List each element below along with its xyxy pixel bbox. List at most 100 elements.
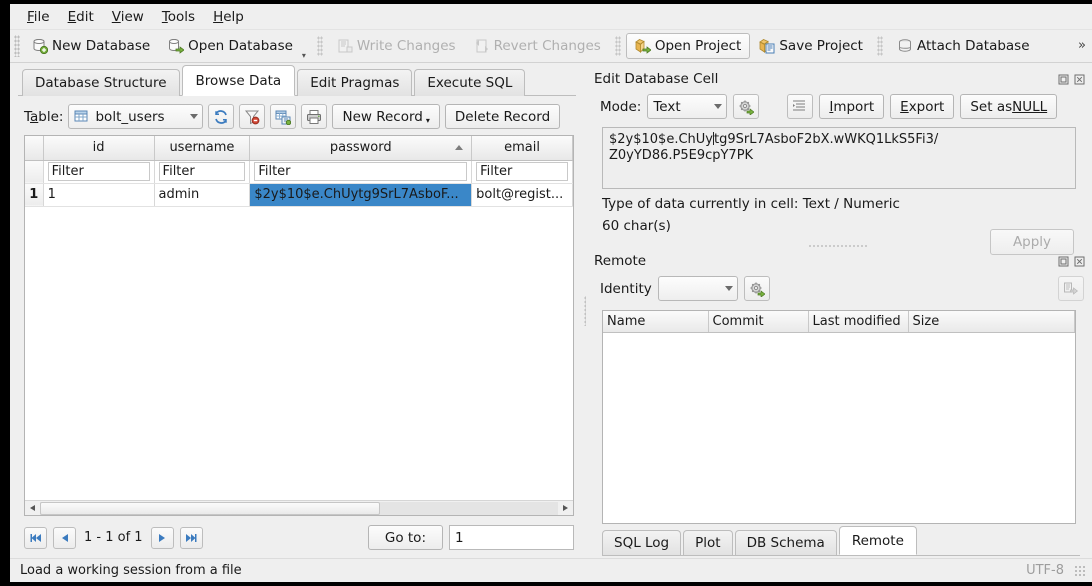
filter-input-id[interactable]: Filter: [47, 162, 150, 181]
tab-edit-pragmas[interactable]: Edit Pragmas: [297, 69, 413, 96]
scroll-right-button[interactable]: [558, 500, 573, 515]
edit-cell-float-button[interactable]: [1057, 73, 1070, 86]
tab-db-schema[interactable]: DB Schema: [734, 530, 837, 555]
scrollbar-track[interactable]: [40, 501, 558, 515]
indent-text-icon: [792, 99, 808, 115]
save-grid-icon: [275, 109, 292, 125]
save-results-button[interactable]: [270, 104, 297, 129]
revert-changes-button[interactable]: Revert Changes: [465, 33, 610, 59]
filter-row-header: [25, 160, 44, 184]
row-number[interactable]: 1: [25, 183, 44, 207]
last-record-button[interactable]: [179, 526, 203, 549]
new-record-button[interactable]: New Record ▾: [332, 104, 440, 129]
tab-remote[interactable]: Remote: [838, 526, 917, 555]
remote-column-commit[interactable]: Commit: [708, 311, 809, 333]
column-header-id[interactable]: id: [43, 136, 155, 161]
previous-record-button[interactable]: [53, 526, 76, 549]
filter-input-password[interactable]: Filter: [254, 162, 468, 181]
remote-title: Remote: [594, 253, 647, 269]
toolbar-grip[interactable]: [14, 35, 20, 57]
column-header-username[interactable]: username: [154, 136, 251, 161]
remote-column-size[interactable]: Size: [908, 311, 1075, 333]
tab-browse-data[interactable]: Browse Data: [181, 65, 296, 96]
window-resize-grip[interactable]: [1074, 564, 1086, 577]
next-record-button[interactable]: [150, 526, 174, 549]
write-changes-icon: [337, 38, 353, 54]
first-record-button[interactable]: [24, 526, 47, 549]
column-header-password[interactable]: password: [249, 136, 473, 161]
new-database-icon: [32, 38, 48, 54]
save-project-button[interactable]: Save Project: [750, 33, 872, 59]
cell-username[interactable]: admin: [154, 183, 251, 207]
encoding-label: UTF-8: [1026, 563, 1064, 578]
menu-help[interactable]: Help: [204, 6, 253, 28]
tab-sql-log[interactable]: SQL Log: [602, 530, 682, 555]
word-wrap-button[interactable]: [787, 94, 814, 119]
cell-content-part2: tg9SrL7AsboF2bX.wWKQ1LkS5Fi3/: [713, 132, 939, 147]
remote-column-name[interactable]: Name: [603, 311, 709, 333]
table-selector-label: Table:: [24, 108, 64, 125]
data-grid-horizontal-scrollbar[interactable]: [25, 500, 573, 515]
filter-input-username[interactable]: Filter: [158, 162, 246, 181]
remote-push-button[interactable]: [1058, 276, 1084, 301]
scroll-left-button[interactable]: [25, 500, 40, 515]
column-header-email[interactable]: email: [471, 136, 573, 161]
remote-file-table: Name Commit Last modified Size: [602, 310, 1076, 524]
export-button[interactable]: Export: [890, 94, 955, 119]
cell-id[interactable]: 1: [43, 183, 155, 207]
set-as-null-button[interactable]: Set as NULL: [960, 94, 1058, 119]
menu-view[interactable]: View: [103, 6, 153, 28]
tab-execute-sql[interactable]: Execute SQL: [414, 69, 526, 96]
filter-input-email[interactable]: Filter: [476, 162, 568, 181]
import-button[interactable]: Import: [819, 94, 885, 119]
filter-cell-username[interactable]: Filter: [154, 160, 251, 184]
cell-password[interactable]: $2y$10$e.ChUytg9SrL7AsboF...: [249, 183, 473, 207]
remote-float-button[interactable]: [1057, 255, 1070, 268]
table-row[interactable]: 1 1 admin $2y$10$e.ChUytg9SrL7AsboF... b…: [25, 183, 573, 207]
cell-editor-textarea[interactable]: $2y$10$e.ChUytg9SrL7AsboF2bX.wWKQ1LkS5Fi…: [602, 127, 1076, 189]
remote-connect-button[interactable]: [743, 276, 770, 301]
row-header-corner[interactable]: [25, 136, 44, 161]
menu-file[interactable]: File: [18, 6, 59, 28]
clear-filters-button[interactable]: [239, 104, 266, 129]
menu-tools[interactable]: Tools: [153, 6, 204, 28]
cell-email[interactable]: bolt@regist...: [471, 183, 573, 207]
new-database-button[interactable]: New Database: [23, 33, 159, 59]
table-icon: [74, 109, 90, 125]
attach-database-icon: [897, 38, 913, 54]
refresh-button[interactable]: [208, 104, 235, 129]
write-changes-button[interactable]: Write Changes: [328, 33, 465, 59]
mode-value: Text: [653, 98, 681, 115]
toolbar-overflow-button[interactable]: »: [1078, 38, 1086, 53]
tab-database-structure[interactable]: Database Structure: [22, 69, 180, 96]
menu-edit[interactable]: Edit: [59, 6, 103, 28]
mode-combo[interactable]: Text: [647, 94, 728, 119]
apply-button[interactable]: Apply: [990, 229, 1074, 255]
open-database-button[interactable]: Open Database: [159, 33, 302, 59]
edit-cell-close-button[interactable]: [1073, 73, 1086, 86]
goto-button[interactable]: Go to:: [367, 525, 443, 550]
filter-cell-password[interactable]: Filter: [249, 160, 473, 184]
attach-database-button[interactable]: Attach Database: [888, 33, 1039, 59]
mode-chevron-down-icon: [714, 104, 723, 109]
scrollbar-thumb[interactable]: [40, 501, 380, 515]
filter-cell-email[interactable]: Filter: [471, 160, 573, 184]
gear-apply-icon: [738, 99, 755, 115]
tab-plot[interactable]: Plot: [683, 530, 733, 555]
open-project-button[interactable]: Open Project: [625, 33, 751, 59]
dock-resize-grip[interactable]: [808, 244, 868, 249]
identity-combo[interactable]: [657, 276, 738, 301]
print-button[interactable]: [301, 104, 328, 129]
delete-record-button[interactable]: Delete Record: [444, 104, 561, 129]
new-record-dropdown-arrow[interactable]: ▾: [426, 116, 430, 125]
apply-data-button[interactable]: [733, 94, 760, 119]
remote-close-button[interactable]: [1073, 255, 1086, 268]
filter-cell-id[interactable]: Filter: [43, 160, 155, 184]
edit-cell-title: Edit Database Cell: [594, 71, 719, 87]
table-selector-combo[interactable]: bolt_users: [68, 104, 204, 129]
status-message: Load a working session from a file: [20, 563, 242, 578]
remote-column-last-modified[interactable]: Last modified: [808, 311, 909, 333]
browse-toolbar: Table: bolt_users New Record ▾ Delete Re…: [18, 96, 576, 135]
goto-input[interactable]: 1: [449, 525, 574, 550]
open-database-dropdown-arrow[interactable]: ▾: [302, 51, 312, 60]
